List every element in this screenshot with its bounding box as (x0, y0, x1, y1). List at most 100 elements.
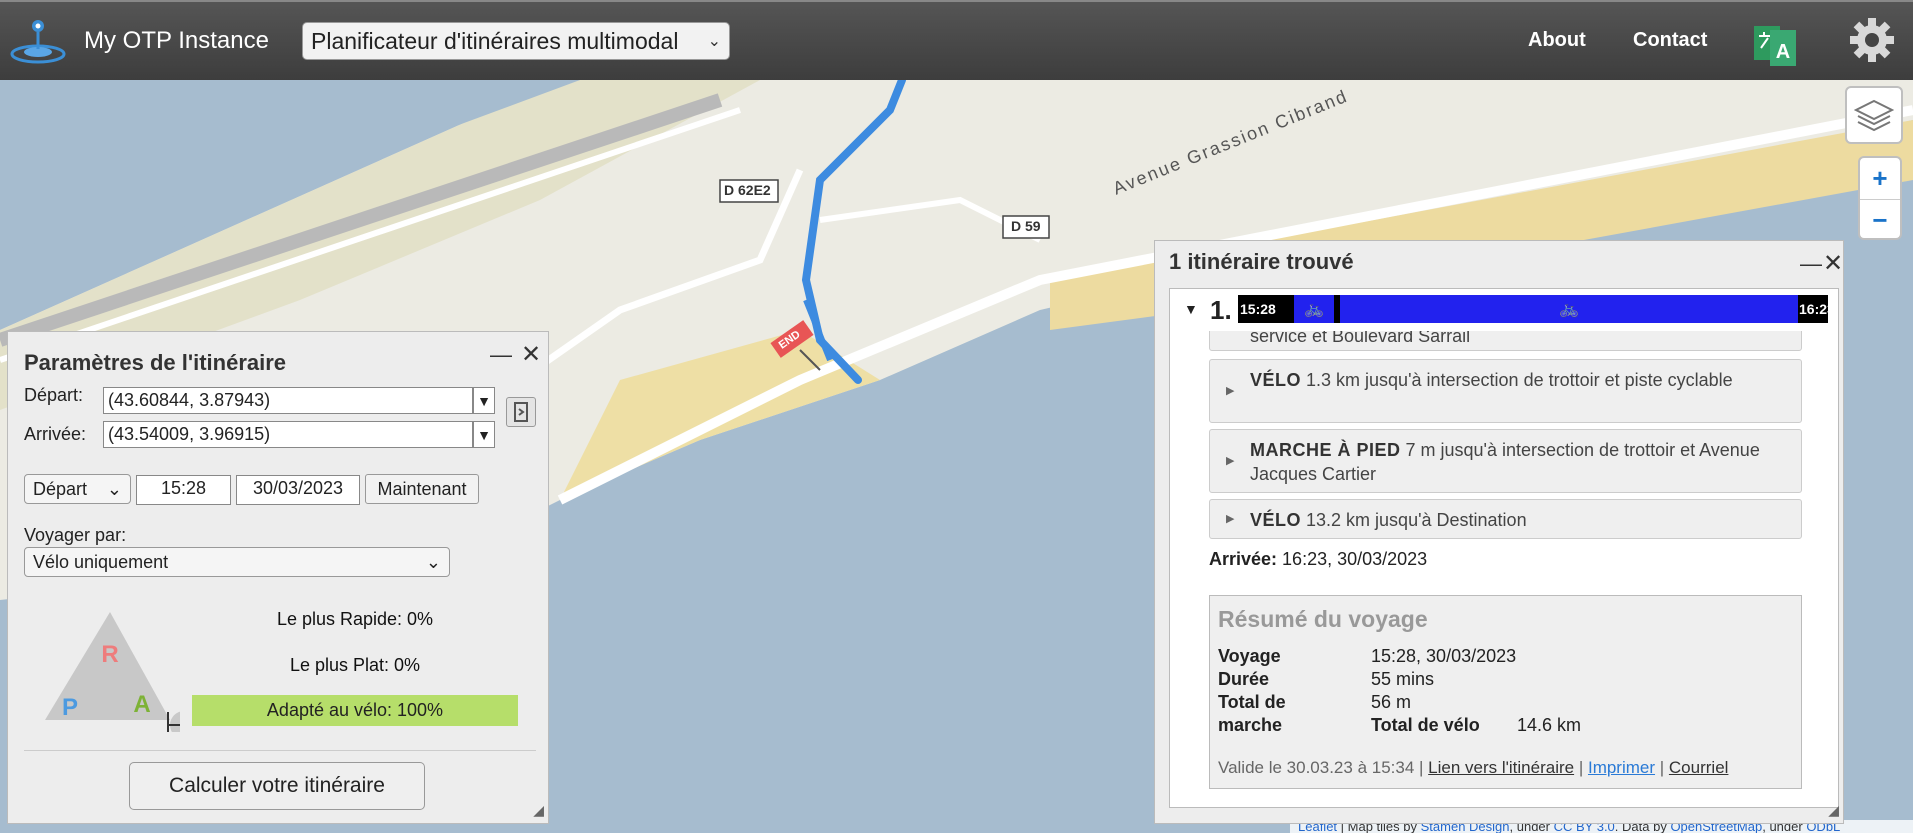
swap-endpoints-button[interactable] (506, 397, 536, 427)
time-input[interactable]: 15:28 (136, 475, 231, 505)
arrival-label: Arrivée: (1209, 549, 1278, 569)
brand[interactable]: My OTP Instance (8, 16, 269, 66)
trip-value: 15:28, 30/03/2023 (1371, 646, 1517, 666)
end-time: 16:23 (1799, 301, 1835, 317)
swap-icon (514, 402, 528, 422)
about-link[interactable]: About (1528, 29, 1586, 52)
app-title: My OTP Instance (84, 27, 269, 54)
minimize-button[interactable]: — (1800, 251, 1822, 277)
itinerary-timebar: 15:28 🚲 🚲 16:23 (1238, 295, 1835, 323)
arrive-dropdown-button[interactable]: ▼ (473, 421, 495, 448)
triangle-right-icon: ▶ (1226, 385, 1235, 397)
contact-link[interactable]: Contact (1633, 29, 1707, 52)
bike-segment: 🚲 (1294, 295, 1334, 323)
now-button[interactable]: Maintenant (365, 474, 479, 504)
layers-icon (1854, 99, 1894, 132)
itinerary-header[interactable]: ▼ 1. 15:28 🚲 🚲 16:23 (1170, 289, 1838, 331)
depart-input[interactable]: (43.60844, 3.87943) (103, 387, 473, 414)
chevron-down-icon: ⌄ (106, 478, 122, 499)
flattest-value: Le plus Plat: 0% (289, 655, 421, 675)
time-mode-value: Départ (33, 478, 88, 499)
date-input[interactable]: 30/03/2023 (236, 475, 360, 505)
road-label-d59: D 59 (1011, 218, 1041, 234)
close-button[interactable]: ✕ (1823, 249, 1843, 278)
calculate-route-button[interactable]: Calculer votre itinéraire (129, 762, 425, 810)
duration-value: 55 mins (1371, 669, 1435, 689)
itinerary-number: 1. (1210, 295, 1232, 325)
trip-params-panel: Paramètres de l'itinéraire — ✕ Départ: (… (7, 331, 549, 824)
planner-mode-value: Planificateur d'itinéraires multimodal (311, 27, 679, 54)
separator: | (1655, 758, 1669, 777)
road-label-d62e2: D 62E2 (724, 182, 771, 198)
close-button[interactable]: ✕ (521, 340, 541, 369)
panel-divider (24, 750, 536, 751)
layers-control[interactable] (1845, 86, 1903, 144)
bicycle-icon: 🚲 (1559, 301, 1579, 318)
fastest-value: Le plus Rapide: 0% (276, 609, 434, 629)
leg-mode: VÉLO (1250, 370, 1302, 390)
chevron-down-icon: ⌄ (707, 33, 721, 50)
bicycle-icon: 🚲 (1304, 301, 1324, 318)
leg-item[interactable]: ▶ VÉLO 1.3 km jusqu'à intersection de tr… (1209, 359, 1802, 423)
zoom-out-button[interactable]: − (1860, 200, 1900, 241)
triangle-right-icon: ▶ (1226, 455, 1235, 467)
walk-total-label-2: marche (1218, 715, 1283, 735)
valid-text: Valide le 30.03.23 à 15:34 (1218, 758, 1415, 777)
bike-total-value: 14.6 km (1517, 715, 1582, 735)
separator: | (1574, 758, 1588, 777)
caret-down-icon: ▼ (1184, 301, 1198, 317)
time-mode-select[interactable]: Départ ⌄ (24, 474, 131, 504)
optimization-triangle[interactable]: R P A (30, 602, 180, 732)
start-time: 15:28 (1240, 301, 1276, 317)
leg-mode: VÉLO (1250, 510, 1302, 530)
walk-total-value: 56 m (1371, 692, 1412, 712)
results-title: 1 itinéraire trouvé (1169, 249, 1354, 274)
bike-friendly-bar: Adapté au vélo: 100% (192, 695, 518, 726)
arrival-value: 16:23, 30/03/2023 (1277, 549, 1428, 569)
walk-total-label-1: Total de (1218, 692, 1286, 712)
leg-item[interactable]: ▶ VÉLO 13.2 km jusqu'à Destination (1209, 499, 1802, 539)
email-link[interactable]: Courriel (1669, 758, 1729, 777)
travel-mode-select[interactable]: Vélo uniquement ⌄ (24, 547, 450, 577)
triangle-r-label: R (101, 641, 118, 668)
leg-item[interactable]: ▶ MARCHE À PIED 7 m jusqu'à intersection… (1209, 429, 1802, 493)
language-icon[interactable]: A (1752, 18, 1798, 68)
top-navbar: My OTP Instance Planificateur d'itinérai… (0, 0, 1913, 80)
trip-label: Voyage (1218, 646, 1281, 666)
resize-handle-icon[interactable]: ◢ (533, 802, 544, 819)
minimize-button[interactable]: — (490, 342, 512, 368)
triangle-right-icon: ▶ (1226, 513, 1235, 525)
triangle-down-icon: ▼ (477, 392, 491, 409)
itinerary-results-panel: 1 itinéraire trouvé — ✕ service et Boule… (1154, 240, 1844, 824)
zoom-control: + − (1858, 156, 1902, 240)
leg-description: 13.2 km jusqu'à Destination (1301, 510, 1527, 530)
itinerary-list: service et Boulevard Sarrail ▶ VÉLO 1.3 … (1169, 288, 1839, 808)
depart-label: Départ: (24, 385, 84, 405)
gear-icon[interactable] (1848, 16, 1896, 64)
arrive-input[interactable]: (43.54009, 3.96915) (103, 421, 473, 448)
depart-dropdown-button[interactable]: ▼ (473, 387, 495, 414)
trip-summary: Résumé du voyage Voyage 15:28, 30/03/202… (1209, 595, 1802, 789)
resize-handle-icon[interactable]: ◢ (1828, 802, 1839, 819)
travel-by-label: Voyager par: (24, 525, 127, 545)
itinerary-link[interactable]: Lien vers l'itinéraire (1428, 758, 1574, 777)
otp-logo-icon (10, 20, 66, 64)
arrive-label: Arrivée: (24, 424, 87, 444)
travel-mode-value: Vélo uniquement (33, 551, 169, 572)
duration-label: Durée (1218, 669, 1270, 689)
print-link[interactable]: Imprimer (1588, 758, 1655, 777)
crosshair-handle-icon[interactable] (167, 711, 180, 732)
bike-total-label: Total de vélo (1371, 715, 1480, 735)
summary-title: Résumé du voyage (1218, 606, 1428, 632)
chevron-down-icon: ⌄ (425, 551, 441, 572)
arrival-info: Arrivée: 16:23, 30/03/2023 (1209, 549, 1427, 570)
panel-title: Paramètres de l'itinéraire (24, 350, 287, 375)
separator: | (1414, 758, 1429, 777)
leg-description: 1.3 km jusqu'à intersection de trottoir … (1301, 370, 1733, 390)
planner-mode-select[interactable]: Planificateur d'itinéraires multimodal ⌄ (302, 22, 730, 60)
triangle-a-label: A (133, 691, 150, 718)
triangle-down-icon: ▼ (477, 426, 491, 443)
zoom-in-button[interactable]: + (1860, 158, 1900, 200)
triangle-p-label: P (62, 694, 78, 721)
leg-mode: MARCHE À PIED (1250, 440, 1401, 460)
